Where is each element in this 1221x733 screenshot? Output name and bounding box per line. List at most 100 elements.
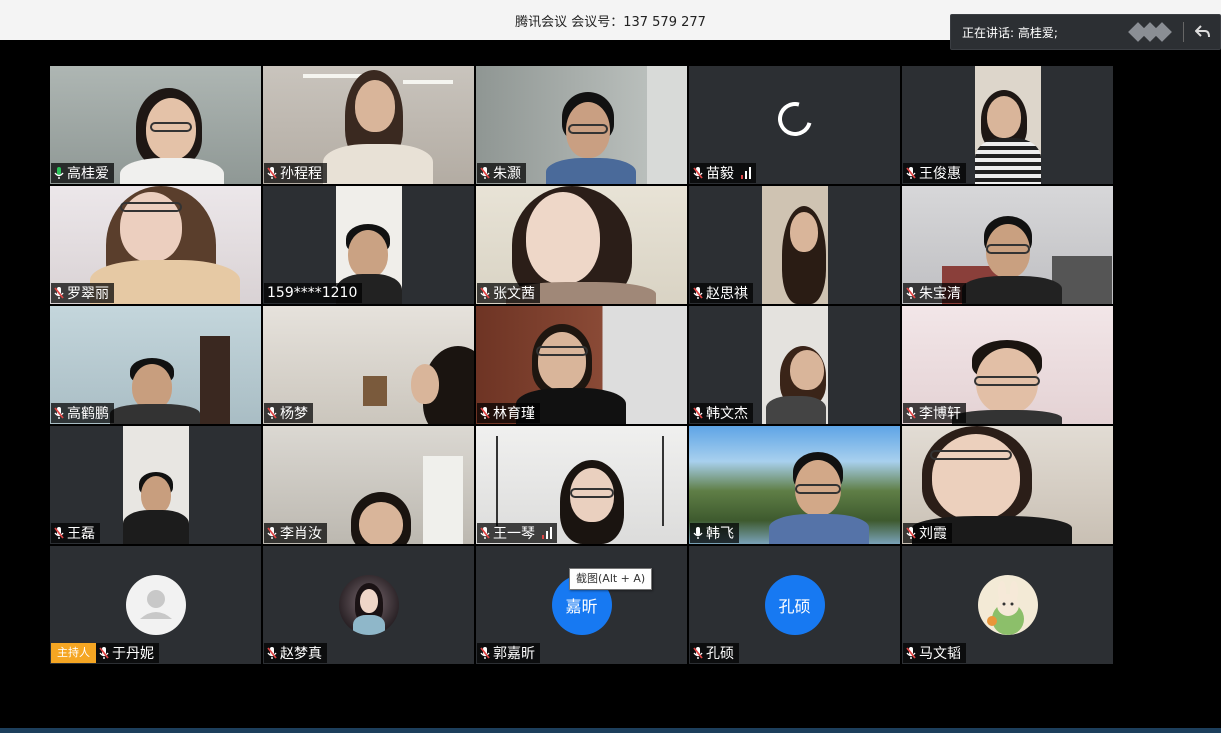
participant-tile[interactable]: 高桂爱 [50, 66, 261, 184]
participant-tile[interactable]: 苗毅 [689, 66, 900, 184]
mic-muted-icon[interactable] [906, 526, 916, 540]
participant-tile[interactable]: 嘉昕 郭嘉昕 [476, 546, 687, 664]
participant-tile[interactable]: 159****1210 [263, 186, 474, 304]
name-bar: 郭嘉昕 [477, 643, 540, 663]
name-bar: 朱宝清 [903, 283, 966, 303]
participant-name: 王磊 [67, 526, 95, 542]
participant-tile[interactable]: 林育瑾 [476, 306, 687, 424]
host-badge: 主持人 [51, 643, 96, 663]
mic-muted-icon[interactable] [693, 286, 703, 300]
name-bar: 王俊惠 [903, 163, 966, 183]
default-user-icon [125, 575, 186, 635]
participant-tile[interactable]: 杨梦 [263, 306, 474, 424]
mic-muted-icon[interactable] [267, 166, 277, 180]
mic-muted-icon[interactable] [693, 646, 703, 660]
mic-muted-icon[interactable] [54, 286, 64, 300]
name-bar: 韩文杰 [690, 403, 753, 423]
screenshot-tooltip: 截图(Alt + A) [569, 568, 653, 590]
participant-tile[interactable]: 李肖汝 [263, 426, 474, 544]
participant-tile[interactable]: 刘霞 [902, 426, 1113, 544]
mic-muted-icon[interactable] [54, 406, 64, 420]
participant-name: 孙程程 [280, 166, 322, 182]
participant-tile[interactable]: 赵思祺 [689, 186, 900, 304]
meeting-title: 腾讯会议 会议号：137 579 277 [515, 14, 706, 30]
participant-tile[interactable]: 马文韬 [902, 546, 1113, 664]
mic-muted-icon[interactable] [267, 406, 277, 420]
mic-muted-icon[interactable] [906, 166, 916, 180]
name-bar: 赵梦真 [264, 643, 327, 663]
mic-muted-icon[interactable] [267, 526, 277, 540]
participant-name: 韩文杰 [706, 406, 748, 422]
mic-muted-icon[interactable] [480, 286, 490, 300]
participant-name: 杨梦 [280, 406, 308, 422]
divider [1183, 22, 1184, 42]
participant-tile[interactable]: 王磊 [50, 426, 261, 544]
participant-tile[interactable]: 孔硕 孔硕 [689, 546, 900, 664]
mic-muted-icon[interactable] [267, 646, 277, 660]
name-bar: 马文韬 [903, 643, 966, 663]
participant-tile[interactable]: 王一琴 [476, 426, 687, 544]
cartoon-avatar [977, 575, 1038, 635]
participant-name: 朱宝清 [919, 286, 961, 302]
participant-tile[interactable]: 张文茜 [476, 186, 687, 304]
participant-name: 朱灏 [493, 166, 521, 182]
mic-muted-icon[interactable] [480, 406, 490, 420]
loading-spinner-icon [771, 95, 818, 143]
mic-muted-icon[interactable] [99, 646, 109, 660]
mic-muted-icon[interactable] [54, 526, 64, 540]
mic-muted-icon[interactable] [693, 166, 703, 180]
video-feed [974, 66, 1041, 184]
participant-tile[interactable]: 韩文杰 [689, 306, 900, 424]
participant-name: 刘霞 [919, 526, 947, 542]
participant-name: 张文茜 [493, 286, 535, 302]
name-bar: 杨梦 [264, 403, 313, 423]
name-bar: 苗毅 [690, 163, 756, 183]
participant-name: 郭嘉昕 [493, 646, 535, 662]
speaking-label: 正在讲话: 高桂爱; [962, 25, 1058, 40]
mic-active-icon[interactable] [54, 166, 64, 180]
name-bar: 李肖汝 [264, 523, 327, 543]
layout-switch-icon[interactable] [1128, 21, 1175, 43]
participant-name: 马文韬 [919, 646, 961, 662]
participant-tile[interactable]: 罗翠丽 [50, 186, 261, 304]
participant-name: 高桂爱 [67, 166, 109, 182]
mic-muted-icon[interactable] [480, 646, 490, 660]
participant-tile[interactable]: 李博轩 [902, 306, 1113, 424]
collapse-arrow-icon[interactable] [1192, 21, 1214, 43]
participant-tile[interactable]: 孙程程 [263, 66, 474, 184]
signal-strength-icon [542, 527, 552, 539]
participant-tile[interactable]: 赵梦真 [263, 546, 474, 664]
name-bar: 李博轩 [903, 403, 966, 423]
video-feed [761, 186, 828, 304]
mic-muted-icon[interactable] [480, 526, 490, 540]
participant-name: 王一琴 [493, 526, 535, 542]
taskbar-edge [0, 728, 1221, 733]
mic-muted-icon[interactable] [693, 406, 703, 420]
participant-tile[interactable]: 朱宝清 [902, 186, 1113, 304]
name-bar: 赵思祺 [690, 283, 753, 303]
mic-muted-icon[interactable] [906, 406, 916, 420]
participant-name: 孔硕 [706, 646, 734, 662]
name-bar: 王一琴 [477, 523, 557, 543]
participant-name: 李博轩 [919, 406, 961, 422]
text-avatar: 孔硕 [764, 575, 825, 635]
speaking-indicator: 正在讲话: 高桂爱; [950, 14, 1221, 50]
name-bar: 王磊 [51, 523, 100, 543]
name-bar: 高鹤鹏 [51, 403, 114, 423]
participant-name: 赵思祺 [706, 286, 748, 302]
mic-on-icon[interactable] [693, 526, 703, 540]
photo-avatar [338, 575, 399, 635]
mic-muted-icon[interactable] [906, 286, 916, 300]
participant-tile[interactable]: 韩飞 [689, 426, 900, 544]
name-bar: 159****1210 [264, 283, 363, 303]
participant-name: 高鹤鹏 [67, 406, 109, 422]
signal-strength-icon [741, 167, 751, 179]
participant-tile[interactable]: 王俊惠 [902, 66, 1113, 184]
participant-tile[interactable]: 高鹤鹏 [50, 306, 261, 424]
mic-muted-icon[interactable] [480, 166, 490, 180]
participant-tile[interactable]: 主持人 于丹妮 [50, 546, 261, 664]
mic-muted-icon[interactable] [906, 646, 916, 660]
participant-name: 王俊惠 [919, 166, 961, 182]
video-feed [761, 306, 828, 424]
participant-tile[interactable]: 朱灏 [476, 66, 687, 184]
